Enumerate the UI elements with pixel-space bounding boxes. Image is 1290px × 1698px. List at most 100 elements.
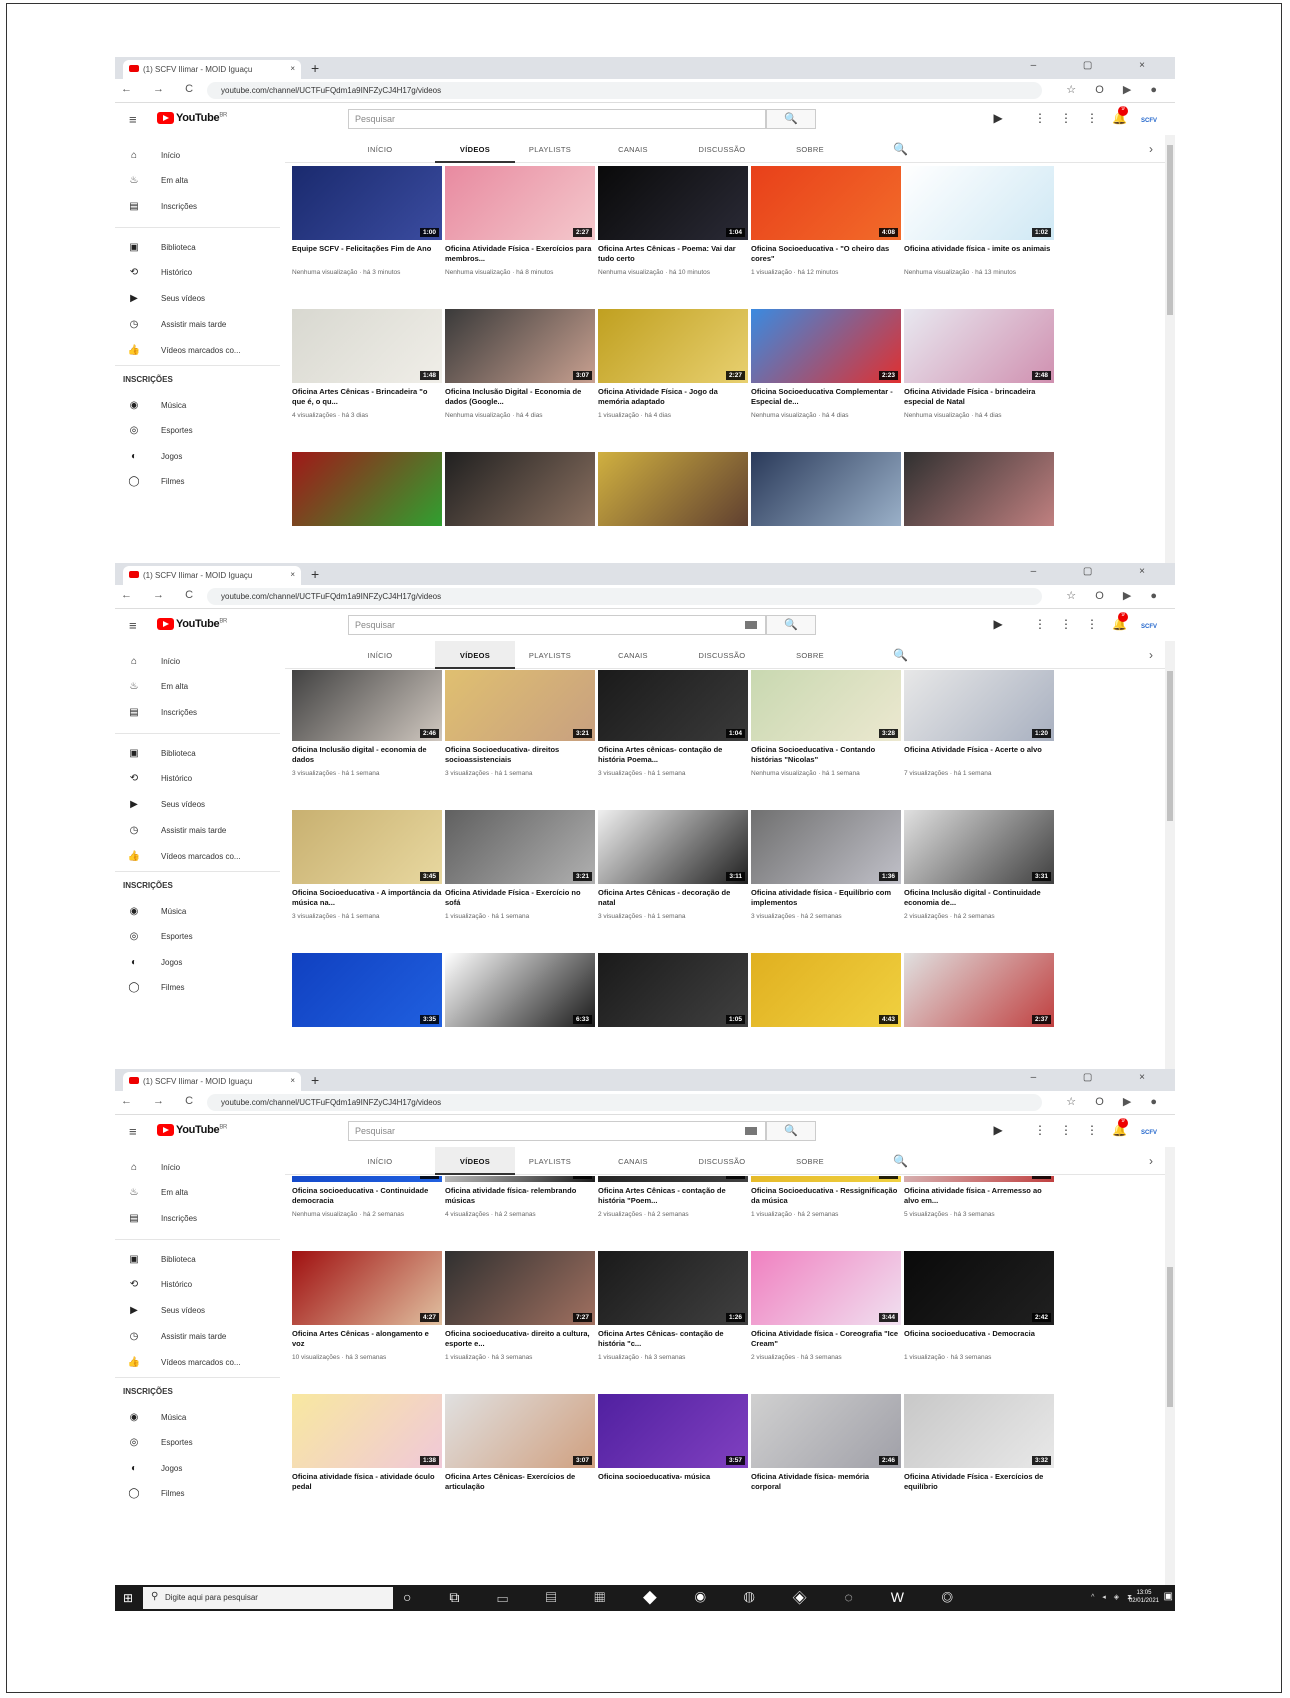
search-button[interactable]: 🔍 [766, 1121, 816, 1141]
channel-tab[interactable]: INÍCIO [355, 1147, 405, 1175]
video-title[interactable]: Oficina socioeducativa- música [598, 1472, 748, 1482]
create-and-apps-icon[interactable]: ▶ ⋮⋮⋮ [993, 1123, 1112, 1137]
video-thumbnail[interactable]: 1:04 [598, 166, 748, 240]
video-thumbnail[interactable]: 3:31 [904, 810, 1054, 884]
channel-tab[interactable]: DISCUSSÃO [687, 135, 757, 163]
notifications-icon[interactable]: ▣ [1164, 1591, 1173, 1602]
video-title[interactable]: Oficina Atividade Física - Jogo da memór… [598, 387, 748, 407]
channel-tab[interactable]: SOBRE [785, 135, 835, 163]
video-title[interactable]: Oficina atividade física - Equilíbrio co… [751, 888, 901, 908]
sidebar-item[interactable]: ⟲ Histórico [127, 267, 192, 278]
video-title[interactable]: Oficina Inclusão digital - economia de d… [292, 745, 442, 765]
windows-start-icon[interactable]: ⊞ [123, 1591, 133, 1605]
video-title[interactable]: Oficina Artes cênicas- contação de histó… [598, 745, 748, 765]
page-scrollbar[interactable] [1165, 135, 1175, 573]
browser-tab[interactable]: (1) SCFV Ilimar - MOID Iguaçu × [123, 566, 301, 585]
extension-icons[interactable]: ☆ O ▶ ● [1066, 1095, 1165, 1108]
notifications-bell-icon[interactable]: 🔔 9 [1112, 612, 1141, 631]
sidebar-item[interactable]: ⟲ Histórico [127, 773, 192, 784]
channel-tab[interactable]: CANAIS [603, 1147, 663, 1175]
sidebar-item[interactable]: ⌂ Início [127, 150, 180, 161]
video-title[interactable]: Oficina Inclusão digital - Continuidade … [904, 888, 1054, 908]
scrollbar-thumb[interactable] [1167, 671, 1173, 821]
video-thumbnail[interactable] [904, 452, 1054, 526]
video-thumbnail[interactable]: 3:11 [598, 810, 748, 884]
video-title[interactable]: Oficina Artes Cênicas - decoração de nat… [598, 888, 748, 908]
video-thumbnail[interactable]: 3:21 [445, 670, 595, 741]
video-title[interactable]: Oficina Atividade Física - Exercícios de… [904, 1472, 1054, 1492]
video-thumbnail[interactable]: 1:38 [292, 1394, 442, 1468]
extensions-icon[interactable]: ☆ O ▶ ● [1066, 84, 1165, 96]
video-title[interactable]: Oficina Atividade Física - Exercícios pa… [445, 244, 595, 264]
sidebar-item[interactable]: ▤ Inscrições [127, 707, 197, 718]
video-thumbnail[interactable]: 2:27 [445, 166, 595, 240]
extension-icons[interactable]: ☆ O ▶ ● [1066, 83, 1165, 96]
video-title[interactable]: Oficina Atividade física - Coreografia "… [751, 1329, 901, 1349]
video-thumbnail[interactable]: 2:23 [751, 309, 901, 383]
new-tab-button[interactable]: + [311, 566, 319, 582]
sidebar-item[interactable]: 👍 Vídeos marcados co... [127, 851, 241, 862]
video-thumbnail[interactable]: 1:00 [292, 166, 442, 240]
sidebar-item[interactable]: ▶ Seus vídeos [127, 799, 205, 810]
video-title[interactable]: Oficina Artes Cênicas - alongamento e vo… [292, 1329, 442, 1349]
channel-tab[interactable]: PLAYLISTS [515, 135, 585, 163]
subscription-item[interactable]: ◎ Esportes [127, 1437, 193, 1448]
video-thumbnail[interactable]: 3:57 [598, 1394, 748, 1468]
sidebar-item[interactable]: ♨ Em alta [127, 1187, 189, 1198]
tabs-next-icon[interactable]: › [1149, 648, 1153, 662]
video-title[interactable]: Oficina Artes Cênicas- Exercícios de art… [445, 1472, 595, 1492]
video-title[interactable]: Oficina Socioeducativa Complementar - Es… [751, 387, 901, 407]
scrollbar-thumb[interactable] [1167, 1267, 1173, 1407]
channel-tab[interactable]: PLAYLISTS [515, 1147, 585, 1175]
extensions-icon[interactable]: ☆ O ▶ ● [1066, 590, 1165, 602]
channel-tab[interactable]: CANAIS [603, 641, 663, 669]
video-thumbnail[interactable]: 2:46 [292, 670, 442, 741]
search-button[interactable]: 🔍 [766, 109, 816, 129]
subscription-item[interactable]: ◯ Filmes [127, 476, 184, 487]
video-thumbnail[interactable]: 3:07 [445, 1394, 595, 1468]
channel-tab[interactable]: VÍDEOS [435, 135, 515, 163]
taskbar-app-icons[interactable]: ○ ⧉ ▭ ▤ ▦ ◆ ◉ ◍ ◈ ◌ W ◎ [403, 1589, 970, 1606]
scrollbar-thumb[interactable] [1167, 145, 1173, 315]
sidebar-item[interactable]: ♨ Em alta [127, 175, 189, 186]
search-input[interactable]: Pesquisar [348, 615, 766, 635]
account-avatar[interactable]: SCFV [1141, 118, 1157, 124]
video-thumbnail[interactable]: 7:27 [445, 1251, 595, 1325]
video-thumbnail[interactable]: 2:42 [904, 1251, 1054, 1325]
taskbar-search-input[interactable]: Digite aqui para pesquisar [143, 1587, 393, 1609]
window-controls[interactable]: – ▢ × [1031, 566, 1167, 577]
channel-search-icon[interactable]: 🔍 [893, 1154, 908, 1168]
search-input[interactable]: Pesquisar [348, 109, 766, 129]
subscription-item[interactable]: ◯ Filmes [127, 982, 184, 993]
video-thumbnail[interactable] [292, 452, 442, 526]
sidebar-item[interactable]: ◷ Assistir mais tarde [127, 319, 227, 330]
keyboard-icon[interactable] [745, 1127, 757, 1135]
video-thumbnail[interactable]: 3:07 [445, 309, 595, 383]
channel-tab[interactable]: SOBRE [785, 641, 835, 669]
channel-tab[interactable]: DISCUSSÃO [687, 1147, 757, 1175]
video-thumbnail[interactable]: 3:35 [292, 1176, 442, 1182]
sidebar-item[interactable]: 👍 Vídeos marcados co... [127, 1357, 241, 1368]
video-thumbnail[interactable]: 4:43 [751, 1176, 901, 1182]
channel-tab[interactable]: SOBRE [785, 1147, 835, 1175]
video-thumbnail[interactable]: 3:45 [292, 810, 442, 884]
youtube-logo[interactable]: YouTubeBR [157, 618, 227, 631]
create-and-apps-icon[interactable]: ▶ ⋮⋮⋮ [993, 617, 1112, 631]
account-avatar[interactable]: SCFV [1141, 624, 1157, 630]
close-tab-icon[interactable]: × [290, 64, 295, 73]
subscription-item[interactable]: ◉ Música [127, 400, 187, 411]
video-thumbnail[interactable]: 1:26 [598, 1251, 748, 1325]
create-and-apps-icon[interactable]: ▶ ⋮⋮⋮ [993, 111, 1112, 125]
taskbar-clock[interactable]: 13:05 02/01/2021 [1129, 1589, 1159, 1605]
video-title[interactable]: Oficina Artes Cênicas- contação de histó… [598, 1329, 748, 1349]
video-title[interactable]: Oficina Atividade Física - Acerte o alvo [904, 745, 1054, 755]
video-thumbnail[interactable]: 3:32 [904, 1394, 1054, 1468]
channel-search-icon[interactable]: 🔍 [893, 142, 908, 156]
tabs-next-icon[interactable]: › [1149, 1154, 1153, 1168]
video-title[interactable]: Oficina Socioeducativa- direitos socioas… [445, 745, 595, 765]
sidebar-item[interactable]: ▤ Inscrições [127, 201, 197, 212]
hamburger-menu-icon[interactable]: ≡ [129, 112, 137, 127]
sidebar-item[interactable]: 👍 Vídeos marcados co... [127, 345, 241, 356]
video-thumbnail[interactable]: 2:37 [904, 953, 1054, 1027]
page-scrollbar[interactable] [1165, 641, 1175, 1079]
